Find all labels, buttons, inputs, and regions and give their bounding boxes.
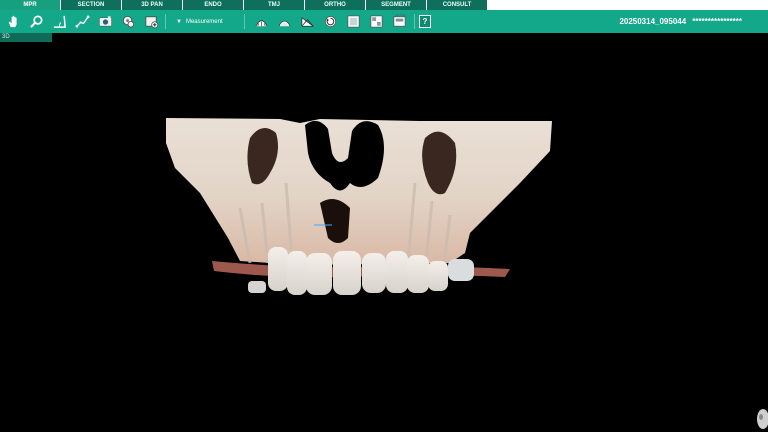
tab-tmj[interactable]: TMJ — [244, 0, 305, 10]
pan-hand-icon[interactable] — [3, 13, 23, 30]
tab-segment[interactable]: SEGMENT — [366, 0, 427, 10]
arch-curve-icon[interactable] — [275, 13, 295, 30]
rotate-icon[interactable] — [321, 13, 341, 30]
nerve-icon[interactable] — [298, 13, 318, 30]
patient-info: 20250314_095044 **************** — [619, 10, 742, 33]
line-measure-icon[interactable] — [72, 13, 92, 30]
tab-section[interactable]: SECTION — [61, 0, 122, 10]
toolbar-separator — [243, 14, 245, 29]
angle-measure-icon[interactable] — [49, 13, 69, 30]
layout-icon[interactable] — [344, 13, 364, 30]
help-button[interactable]: ? — [418, 15, 431, 28]
tab-ortho[interactable]: ORTHO — [305, 0, 366, 10]
toolbar-separator — [165, 14, 166, 29]
reset-view-icon[interactable] — [118, 13, 138, 30]
orientation-head-icon[interactable] — [754, 406, 768, 432]
add-view-icon[interactable] — [141, 13, 161, 30]
dental-arch-icon[interactable] — [252, 13, 272, 30]
toolbar-separator — [413, 14, 415, 29]
measurement-dropdown[interactable]: ▼ Measurement — [176, 13, 240, 30]
patient-name: **************** — [692, 17, 742, 26]
tab-mpr[interactable]: MPR — [0, 0, 61, 10]
viewport-3d[interactable]: 3D — [0, 33, 768, 432]
tab-endo[interactable]: ENDO — [183, 0, 244, 10]
gallery-icon[interactable] — [367, 13, 387, 30]
capture-icon[interactable] — [95, 13, 115, 30]
mode-tab-bar: MPR SECTION 3D PAN ENDO TMJ ORTHO SEGMEN… — [0, 0, 768, 10]
zoom-icon[interactable] — [26, 13, 46, 30]
dropdown-label: Measurement — [185, 18, 223, 25]
tabbar-filler — [488, 0, 768, 10]
dental-3d-render — [166, 118, 552, 295]
view-label: 3D — [0, 33, 52, 42]
dropdown-arrow-icon: ▼ — [176, 18, 182, 25]
save-icon[interactable] — [390, 13, 410, 30]
patient-id: 20250314_095044 — [619, 17, 687, 26]
tab-3d-pan[interactable]: 3D PAN — [122, 0, 183, 10]
tab-consult[interactable]: CONSULT — [427, 0, 488, 10]
